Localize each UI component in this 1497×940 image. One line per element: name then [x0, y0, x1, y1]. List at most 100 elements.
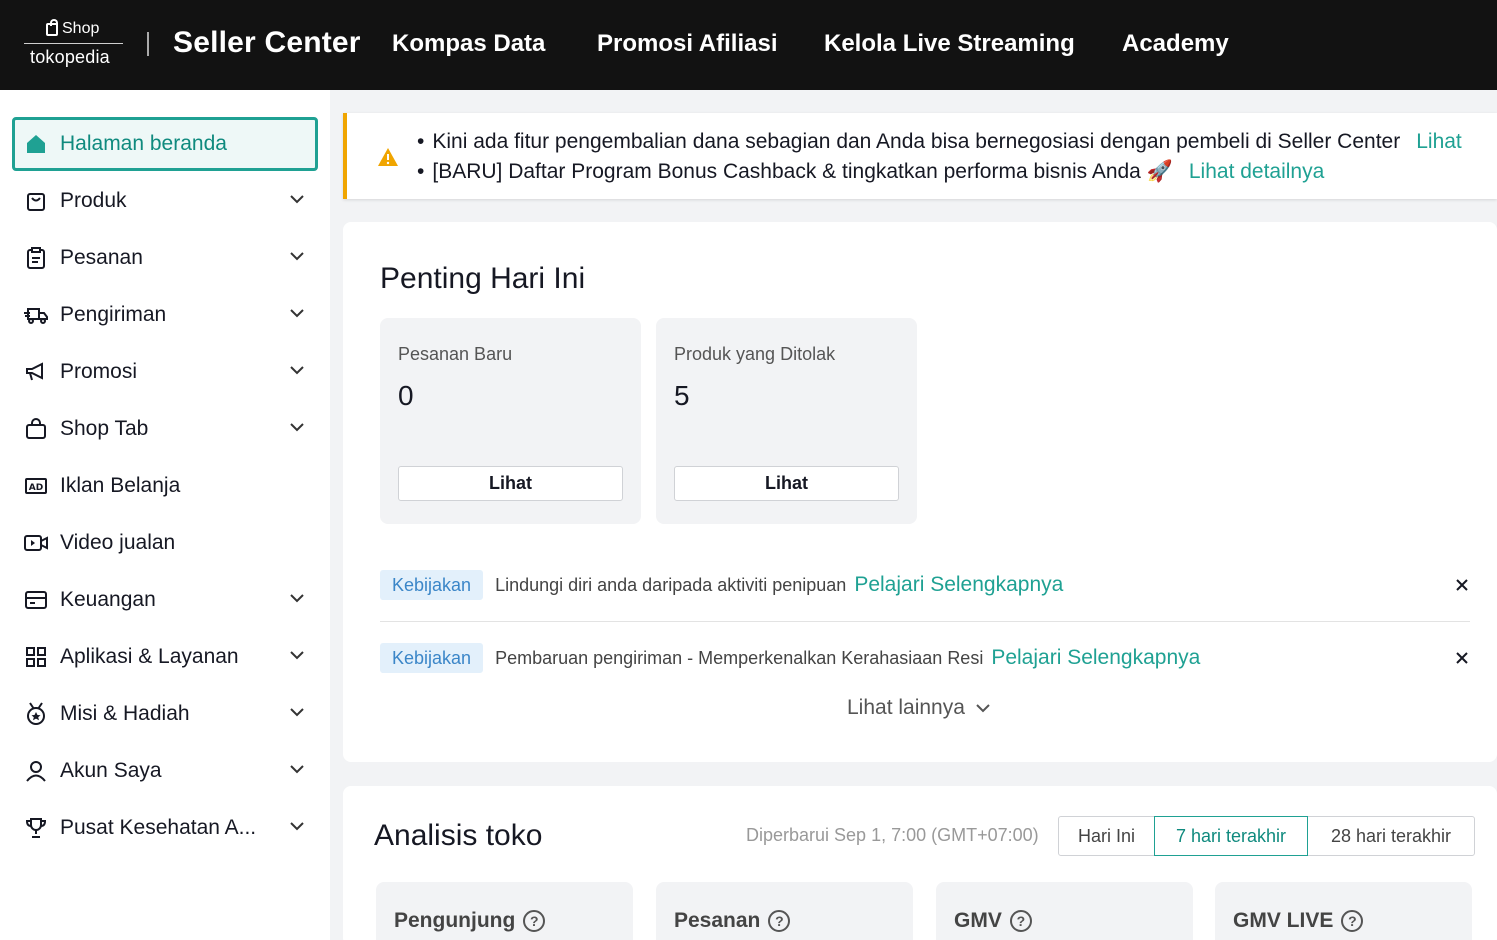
help-icon[interactable]: ?	[768, 910, 791, 932]
close-icon[interactable]	[1454, 577, 1470, 593]
nav-kelola-live-streaming[interactable]: Kelola Live Streaming	[824, 30, 1075, 58]
stat-value: 0	[398, 380, 414, 411]
chevron-down-icon[interactable]	[290, 819, 304, 833]
sidebar-item-label: Keuangan	[60, 588, 156, 611]
sidebar-item-label: Iklan Belanja	[60, 474, 181, 497]
sidebar-item-label: Pusat Kesehatan A...	[60, 816, 257, 839]
nav-academy[interactable]: Academy	[1122, 30, 1229, 58]
sidebar-item-aplikasi-layanan[interactable]: Aplikasi & Layanan	[12, 630, 318, 684]
help-icon[interactable]: ?	[1341, 910, 1364, 932]
announcement-link[interactable]: Lihat	[1416, 130, 1462, 153]
announcement-link[interactable]: Lihat detailnya	[1189, 160, 1324, 183]
stat-label: Pesanan Baru	[398, 344, 513, 364]
video-icon	[24, 531, 48, 555]
clipboard-icon	[24, 246, 48, 270]
chevron-down-icon[interactable]	[290, 306, 304, 320]
trophy-icon	[24, 816, 48, 840]
megaphone-icon	[24, 360, 48, 384]
sidebar-item-pusat-kesehatan[interactable]: Pusat Kesehatan A...	[12, 801, 318, 855]
chevron-down-icon[interactable]	[290, 762, 304, 776]
policy-row: Kebijakan Pembaruan pengiriman - Memperk…	[380, 643, 1470, 673]
ad-icon: AD	[24, 474, 48, 498]
policy-tag: Kebijakan	[380, 570, 484, 600]
svg-text:AD: AD	[29, 483, 43, 493]
divider	[380, 621, 1470, 622]
sidebar-item-shop-tab[interactable]: Shop Tab	[12, 402, 318, 456]
announcement-text: Kini ada fitur pengembalian dana sebagia…	[432, 130, 1401, 153]
sidebar-item-label: Aplikasi & Layanan	[60, 645, 239, 668]
help-icon[interactable]: ?	[1009, 910, 1032, 932]
view-rejected-products-button[interactable]: Lihat	[674, 466, 899, 501]
top-navigation-bar: Shop tokopedia Seller Center Kompas Data…	[0, 0, 1497, 90]
range-7-days-button[interactable]: 7 hari terakhir	[1154, 816, 1308, 856]
chevron-down-icon[interactable]	[290, 363, 304, 377]
policy-text: Lindungi diri anda daripada aktiviti pen…	[495, 574, 847, 595]
medal-icon	[24, 702, 48, 726]
metric-card-gmv: GMV?	[936, 882, 1193, 940]
sidebar-item-halaman-beranda[interactable]: Halaman beranda	[12, 117, 318, 171]
chevron-down-icon	[976, 704, 990, 713]
metric-label: Pengunjung	[394, 909, 516, 932]
sidebar-item-keuangan[interactable]: Keuangan	[12, 573, 318, 627]
policy-text: Pembaruan pengiriman - Memperkenalkan Ke…	[495, 647, 984, 668]
chevron-down-icon[interactable]	[290, 705, 304, 719]
tokopedia-shop-logo[interactable]: Shop tokopedia	[24, 18, 124, 72]
announcement-banner: Kini ada fitur pengembalian dana sebagia…	[343, 113, 1497, 199]
sidebar-item-pesanan[interactable]: Pesanan	[12, 231, 318, 285]
stat-card-produk-ditolak: Produk yang Ditolak 5 Lihat	[656, 318, 917, 524]
sidebar-item-produk[interactable]: Produk	[12, 174, 318, 228]
stat-value: 5	[674, 380, 690, 411]
sidebar-item-label: Akun Saya	[60, 759, 162, 782]
chevron-down-icon[interactable]	[290, 249, 304, 263]
shopping-bag-icon	[24, 417, 48, 441]
shop-bag-icon	[46, 18, 58, 36]
policy-learn-more-link[interactable]: Pelajari Selengkapnya	[991, 646, 1200, 670]
sidebar-item-label: Produk	[60, 189, 127, 212]
sidebar: Halaman beranda Produk Pesanan Pengirima…	[0, 90, 330, 940]
metric-card-pesanan: Pesanan?	[656, 882, 913, 940]
view-new-orders-button[interactable]: Lihat	[398, 466, 623, 501]
shop-analysis-title: Analisis toko	[374, 819, 543, 852]
nav-kompas-data[interactable]: Kompas Data	[392, 30, 545, 58]
metric-label: GMV	[954, 909, 1002, 932]
sidebar-item-promosi[interactable]: Promosi	[12, 345, 318, 399]
metric-card-pengunjung: Pengunjung?	[376, 882, 633, 940]
stat-card-pesanan-baru: Pesanan Baru 0 Lihat	[380, 318, 641, 524]
metric-label: Pesanan	[674, 909, 761, 932]
sidebar-item-akun-saya[interactable]: Akun Saya	[12, 744, 318, 798]
range-today-button[interactable]: Hari Ini	[1058, 816, 1155, 856]
logo-brand-text: tokopedia	[30, 47, 110, 67]
sidebar-item-iklan-belanja[interactable]: AD Iklan Belanja	[12, 459, 318, 513]
logo-shop-text: Shop	[62, 20, 100, 37]
header-divider	[147, 32, 149, 56]
user-icon	[24, 759, 48, 783]
sidebar-item-misi-hadiah[interactable]: Misi & Hadiah	[12, 687, 318, 741]
sidebar-item-video-jualan[interactable]: Video jualan	[12, 516, 318, 570]
policy-learn-more-link[interactable]: Pelajari Selengkapnya	[854, 573, 1063, 597]
close-icon[interactable]	[1454, 650, 1470, 666]
sidebar-item-label: Shop Tab	[60, 417, 149, 440]
sidebar-item-label: Promosi	[60, 360, 138, 383]
sidebar-item-label: Pengiriman	[60, 303, 167, 326]
see-more-label: Lihat lainnya	[847, 696, 965, 719]
product-bag-icon	[24, 189, 48, 213]
chevron-down-icon[interactable]	[290, 192, 304, 206]
help-icon[interactable]: ?	[523, 910, 546, 932]
metric-card-gmv-live: GMV LIVE?	[1215, 882, 1472, 940]
chevron-down-icon[interactable]	[290, 648, 304, 662]
range-28-days-button[interactable]: 28 hari terakhir	[1307, 816, 1475, 856]
announcement-item: [BARU] Daftar Program Bonus Cashback & t…	[417, 157, 1462, 187]
sidebar-item-label: Halaman beranda	[60, 132, 227, 155]
sidebar-item-label: Misi & Hadiah	[60, 702, 190, 725]
sidebar-item-pengiriman[interactable]: Pengiriman	[12, 288, 318, 342]
chevron-down-icon[interactable]	[290, 420, 304, 434]
see-more-button[interactable]: Lihat lainnya	[847, 696, 991, 720]
announcement-text: [BARU] Daftar Program Bonus Cashback & t…	[432, 160, 1173, 183]
last-updated-text: Diperbarui Sep 1, 7:00 (GMT+07:00)	[746, 825, 1039, 845]
announcement-item: Kini ada fitur pengembalian dana sebagia…	[417, 127, 1462, 157]
nav-promosi-afiliasi[interactable]: Promosi Afiliasi	[597, 30, 778, 58]
home-icon	[24, 132, 48, 156]
sidebar-item-label: Video jualan	[60, 531, 176, 554]
chevron-down-icon[interactable]	[290, 591, 304, 605]
seller-center-title[interactable]: Seller Center	[173, 26, 361, 60]
